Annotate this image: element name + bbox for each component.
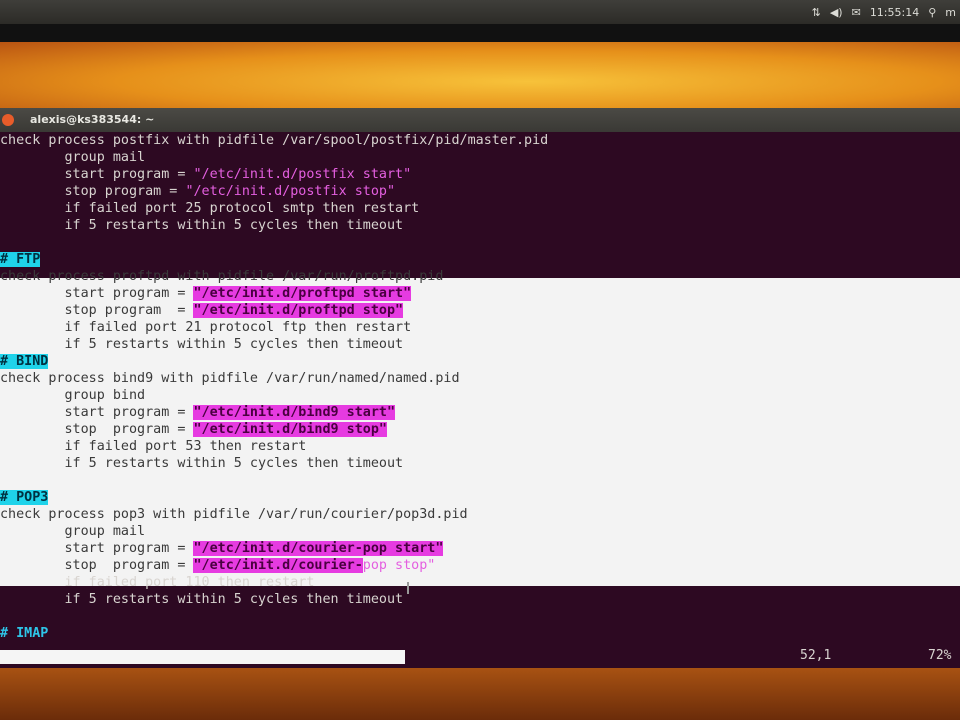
panel-shadow — [0, 24, 960, 42]
code-text: start program = — [0, 405, 194, 420]
code-line: if failed port 53 then restart — [0, 438, 306, 455]
code-text: stop program = — [0, 303, 194, 318]
code-line: start program = "/etc/init.d/courier-pop… — [0, 540, 444, 557]
code-text: check process pop3 with pidfile /var/run… — [0, 507, 468, 522]
code-line: check process postfix with pidfile /var/… — [0, 132, 548, 149]
highlighted-string: "/etc/init.d/proftpd stop" — [193, 303, 404, 318]
code-line: if failed port 110 then restart — [0, 574, 314, 591]
code-line: start program = "/etc/init.d/proftpd sta… — [0, 285, 412, 302]
window-title: alexis@ks383544: ~ — [30, 113, 155, 126]
code-text: if 5 restarts within 5 cycles then timeo… — [0, 456, 404, 471]
code-line: check process proftpd with pidfile /var/… — [0, 268, 443, 285]
highlighted-string: "/etc/init.d/bind9 start" — [193, 405, 396, 420]
code-text: if 5 restarts within 5 cycles then timeo… — [0, 592, 404, 607]
code-line: stop program = "/etc/init.d/courier-pop … — [0, 557, 435, 574]
string-literal: "/etc/init.d/postfix stop" — [185, 184, 396, 199]
code-line: group mail — [0, 149, 145, 166]
desktop-background — [0, 42, 960, 108]
code-text: start program = — [0, 286, 194, 301]
comment-line: # FTP — [0, 251, 41, 268]
desktop-bottom — [0, 668, 960, 720]
comment-text: # IMAP — [0, 626, 49, 641]
code-text: check process proftpd with pidfile /var/… — [0, 269, 444, 284]
code-line: start program = "/etc/init.d/postfix sta… — [0, 166, 411, 183]
network-icon[interactable]: ⇅ — [812, 6, 821, 19]
highlighted-string: "/etc/init.d/courier- — [193, 558, 363, 573]
status-line: 52,1 72% — [0, 648, 960, 668]
code-line: if 5 restarts within 5 cycles then timeo… — [0, 336, 403, 353]
code-line: group mail — [0, 523, 145, 540]
code-text: stop program = — [0, 558, 194, 573]
code-line: start program = "/etc/init.d/bind9 start… — [0, 404, 396, 421]
code-line: stop program = "/etc/init.d/postfix stop… — [0, 183, 395, 200]
string-literal: pop stop" — [362, 558, 436, 573]
code-text: group mail — [0, 524, 146, 539]
mouse-cursor — [407, 582, 409, 594]
scroll-percent: 72% — [928, 648, 952, 663]
comment-line: # POP3 — [0, 489, 49, 506]
volume-icon[interactable]: ◀) — [830, 6, 843, 19]
command-line[interactable] — [0, 650, 405, 664]
search-icon[interactable]: ⚲ — [928, 6, 936, 19]
system-tray: ⇅ ◀) ✉ 11:55:14 ⚲ m — [812, 0, 960, 24]
comment-text: # POP3 — [0, 490, 49, 505]
code-text: if failed port 21 protocol ftp then rest… — [0, 320, 412, 335]
code-text: check process bind9 with pidfile /var/ru… — [0, 371, 460, 386]
clock[interactable]: 11:55:14 — [870, 6, 919, 19]
user-menu[interactable]: m — [945, 6, 956, 19]
window-titlebar[interactable]: alexis@ks383544: ~ — [0, 108, 960, 132]
comment-line: # IMAP — [0, 625, 48, 642]
code-line: check process pop3 with pidfile /var/run… — [0, 506, 468, 523]
code-text: if 5 restarts within 5 cycles then timeo… — [0, 337, 404, 352]
code-text: check process postfix with pidfile /var/… — [0, 133, 549, 148]
code-text: if failed port 53 then restart — [0, 439, 307, 454]
code-text: group bind — [0, 388, 146, 403]
code-line: if 5 restarts within 5 cycles then timeo… — [0, 591, 403, 608]
code-line: stop program = "/etc/init.d/bind9 stop" — [0, 421, 387, 438]
code-text: if failed port 110 then restart — [0, 575, 315, 590]
code-text: group mail — [0, 150, 146, 165]
top-panel: ⇅ ◀) ✉ 11:55:14 ⚲ m — [0, 0, 960, 24]
comment-line: # BIND — [0, 353, 49, 370]
comment-text: # FTP — [0, 252, 41, 267]
comment-text: # BIND — [0, 354, 49, 369]
code-line: if failed port 21 protocol ftp then rest… — [0, 319, 411, 336]
highlighted-string: "/etc/init.d/courier-pop start" — [193, 541, 444, 556]
code-text: if 5 restarts within 5 cycles then timeo… — [0, 218, 404, 233]
cursor-position: 52,1 — [800, 648, 832, 663]
close-icon[interactable] — [2, 114, 14, 126]
mail-icon[interactable]: ✉ — [852, 6, 861, 19]
code-line: check process bind9 with pidfile /var/ru… — [0, 370, 460, 387]
code-line: stop program = "/etc/init.d/proftpd stop… — [0, 302, 404, 319]
vim-editor[interactable]: check process postfix with pidfile /var/… — [0, 132, 960, 668]
code-line: if failed port 25 protocol smtp then res… — [0, 200, 419, 217]
code-line: if 5 restarts within 5 cycles then timeo… — [0, 217, 403, 234]
code-text: stop program = — [0, 422, 194, 437]
code-text: if failed port 25 protocol smtp then res… — [0, 201, 420, 216]
code-line: group bind — [0, 387, 145, 404]
highlighted-string: "/etc/init.d/proftpd start" — [193, 286, 412, 301]
terminal-window[interactable]: alexis@ks383544: ~ check process postfix… — [0, 108, 960, 668]
highlighted-string: "/etc/init.d/bind9 stop" — [193, 422, 387, 437]
code-text: stop program = — [0, 184, 186, 199]
code-text: start program = — [0, 541, 194, 556]
code-text: start program = — [0, 167, 194, 182]
code-line: if 5 restarts within 5 cycles then timeo… — [0, 455, 403, 472]
string-literal: "/etc/init.d/postfix start" — [193, 167, 412, 182]
